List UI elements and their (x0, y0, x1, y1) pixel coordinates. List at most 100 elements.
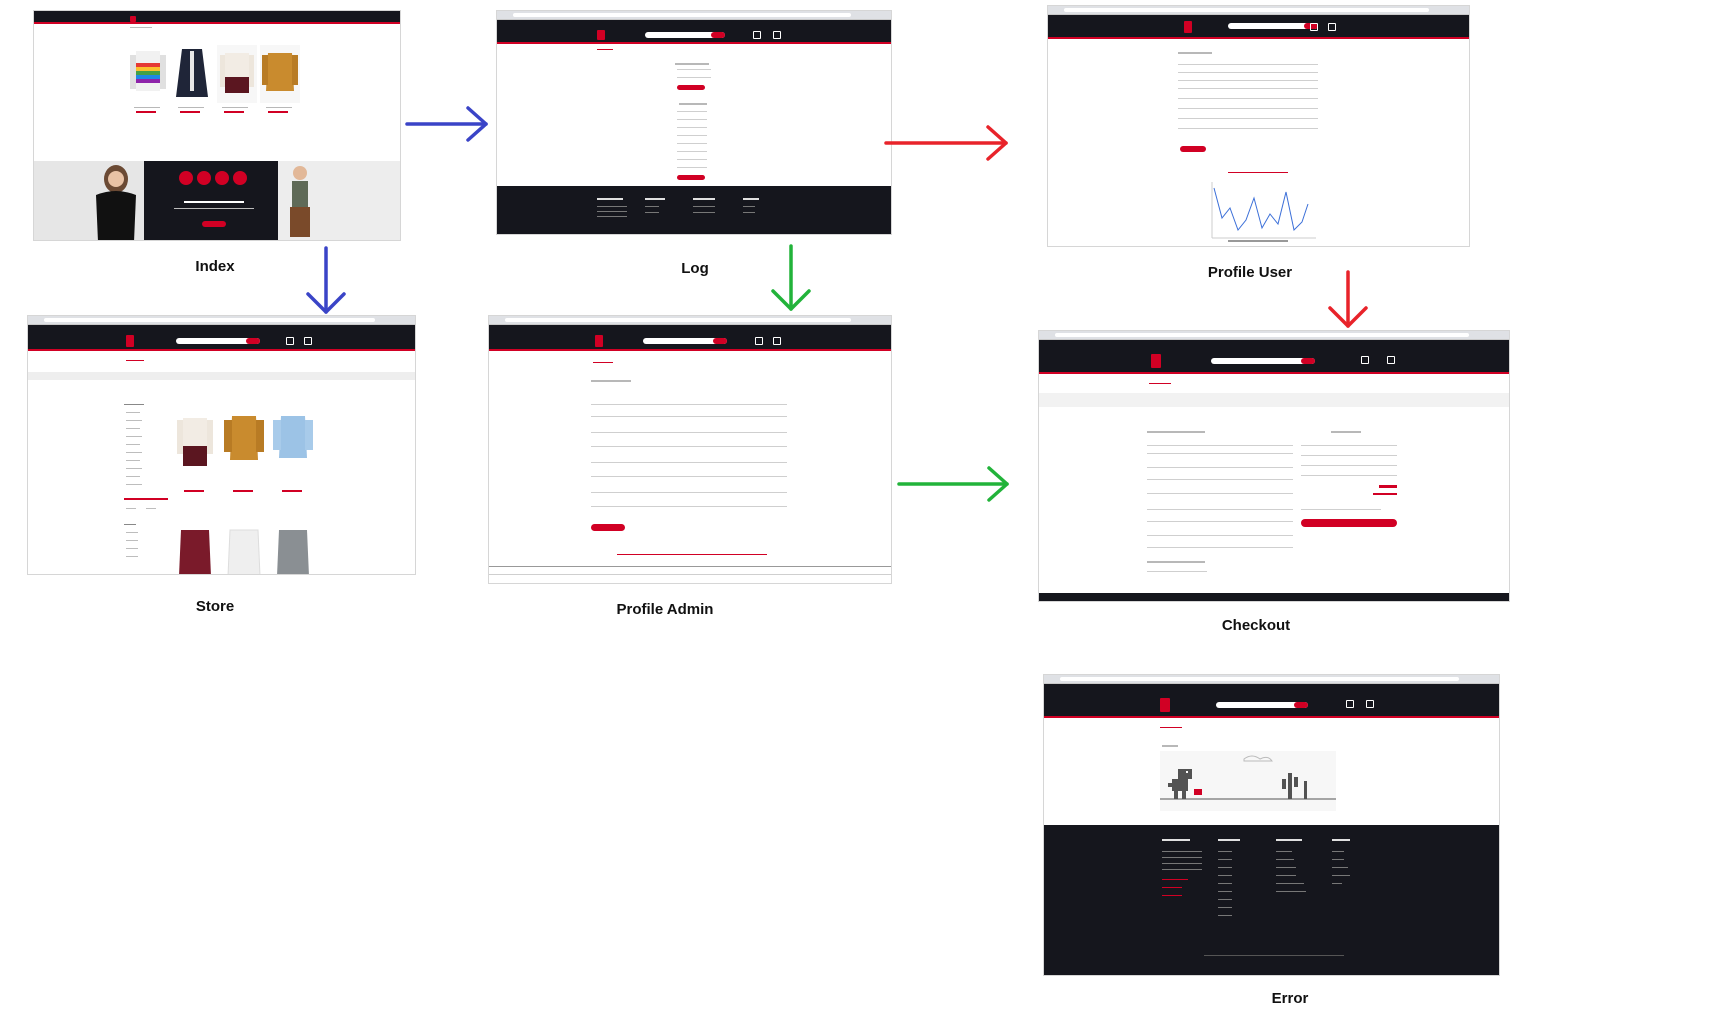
order-row (1301, 475, 1397, 476)
checkout-shipping-option[interactable] (1147, 571, 1207, 572)
heart-icon[interactable] (1361, 356, 1369, 364)
store-subbar (28, 372, 415, 380)
arrow-profile-user-to-checkout (1328, 270, 1368, 328)
search-input[interactable] (643, 338, 727, 344)
index-screenshot (33, 10, 401, 241)
banner-shop-now-button[interactable] (202, 221, 226, 227)
admin-field[interactable] (591, 506, 787, 507)
profile-field[interactable] (1178, 118, 1318, 119)
cart-icon[interactable] (773, 31, 781, 39)
profile-field[interactable] (1178, 108, 1318, 109)
store-sidebar (124, 404, 172, 574)
footer-text (1218, 891, 1232, 892)
search-input[interactable] (645, 32, 725, 38)
footer-text (1218, 851, 1232, 852)
profile-field[interactable] (1178, 88, 1318, 89)
order-row (1301, 455, 1397, 456)
admin-field[interactable] (591, 404, 787, 405)
profile-field[interactable] (1178, 80, 1318, 81)
error-top-bar (1044, 684, 1499, 694)
profile-field[interactable] (1178, 128, 1318, 129)
register-field[interactable] (677, 111, 707, 112)
cart-icon[interactable] (1387, 356, 1395, 364)
profile-field[interactable] (1178, 98, 1318, 99)
footer-text (1276, 851, 1292, 852)
profile-user-tabs[interactable] (1228, 172, 1288, 173)
checkout-field[interactable] (1147, 453, 1293, 454)
cart-icon[interactable] (304, 337, 312, 345)
checkout-footer (1039, 593, 1509, 601)
admin-field[interactable] (591, 416, 787, 417)
admin-field[interactable] (591, 432, 787, 433)
checkout-field[interactable] (1147, 445, 1293, 446)
checkout-field[interactable] (1147, 467, 1293, 468)
browser-chrome (1048, 6, 1469, 15)
admin-field[interactable] (591, 476, 787, 477)
register-field[interactable] (677, 127, 707, 128)
footer-text (1276, 867, 1296, 868)
cart-icon[interactable] (1366, 700, 1374, 708)
checkout-field[interactable] (1147, 547, 1293, 548)
product-price (268, 111, 288, 113)
banner-discount-circles (179, 171, 249, 191)
admin-tabs[interactable] (617, 554, 767, 555)
login-email-field[interactable] (677, 69, 711, 70)
browser-chrome (489, 316, 891, 325)
log-top-bar (497, 20, 891, 28)
register-field[interactable] (677, 119, 707, 120)
search-input[interactable] (176, 338, 260, 344)
heart-icon[interactable] (753, 31, 761, 39)
footer-copyright (1204, 955, 1344, 956)
footer-text (1162, 863, 1202, 864)
banner-subtitle (174, 208, 254, 209)
checkout-field[interactable] (1147, 479, 1293, 480)
footer-text (597, 211, 627, 212)
footer-col-title (1162, 839, 1190, 841)
checkout-header (1039, 350, 1509, 374)
footer-contact (1162, 895, 1182, 896)
register-field[interactable] (677, 151, 707, 152)
cart-icon[interactable] (1328, 23, 1336, 31)
footer-text (1162, 857, 1202, 858)
admin-field[interactable] (591, 446, 787, 447)
heart-icon[interactable] (755, 337, 763, 345)
register-field[interactable] (677, 143, 707, 144)
footer-text (645, 212, 659, 213)
checkout-breadcrumb (1149, 383, 1171, 384)
login-password-field[interactable] (677, 77, 711, 78)
checkout-field[interactable] (1147, 493, 1293, 494)
product-price-line (134, 107, 160, 108)
checkout-field[interactable] (1147, 521, 1293, 522)
checkout-field[interactable] (1147, 509, 1293, 510)
product-grey-sweater (271, 526, 315, 574)
heart-icon[interactable] (1346, 700, 1354, 708)
error-header (1044, 694, 1499, 718)
cart-icon[interactable] (773, 337, 781, 345)
admin-field[interactable] (591, 462, 787, 463)
arrow-log-to-profile-user (884, 125, 1008, 161)
register-field[interactable] (677, 159, 707, 160)
profile-field[interactable] (1178, 72, 1318, 73)
terms-checkbox[interactable] (1301, 509, 1381, 510)
register-button[interactable] (677, 175, 705, 180)
footer-col-title (693, 198, 715, 200)
admin-save-button[interactable] (591, 524, 625, 531)
register-field[interactable] (677, 135, 707, 136)
footer-text (1218, 883, 1232, 884)
profile-save-button[interactable] (1180, 146, 1206, 152)
place-order-button[interactable] (1301, 519, 1397, 527)
heart-icon[interactable] (1310, 23, 1318, 31)
heart-icon[interactable] (286, 337, 294, 345)
product-navy-coat (172, 45, 212, 103)
login-button[interactable] (677, 85, 705, 90)
checkout-field[interactable] (1147, 535, 1293, 536)
register-field[interactable] (677, 167, 707, 168)
profile-field[interactable] (1178, 64, 1318, 65)
order-summary-title (1331, 431, 1361, 433)
search-input[interactable] (1228, 23, 1318, 29)
logo-icon (595, 335, 603, 347)
footer-text (1218, 867, 1232, 868)
search-input[interactable] (1216, 702, 1308, 708)
admin-field[interactable] (591, 492, 787, 493)
search-input[interactable] (1211, 358, 1315, 364)
